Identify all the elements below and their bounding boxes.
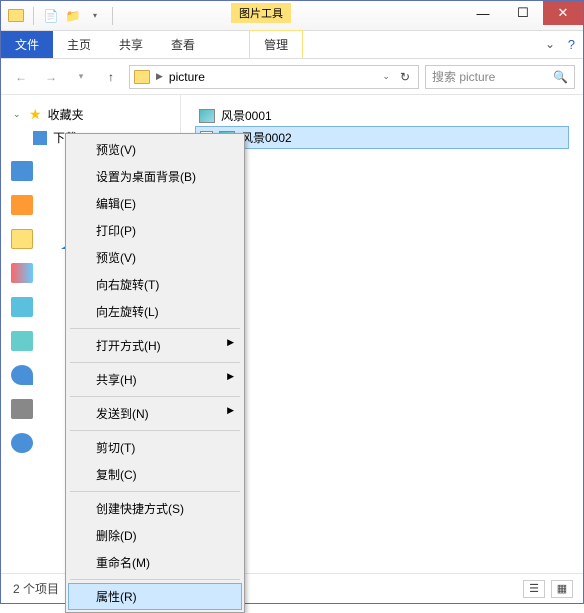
ribbon-expand-icon[interactable]: ⌄ [545,37,555,51]
tab-home[interactable]: 主页 [53,31,105,58]
star-icon: ★ [29,106,42,123]
menu-separator [70,579,240,580]
address-bar[interactable]: ▶ picture ⌄ ↻ [129,65,419,89]
history-dropdown-icon[interactable]: ▾ [69,65,93,89]
menu-item[interactable]: 发送到(N)▶ [68,400,242,427]
context-menu: 预览(V)设置为桌面背景(B)编辑(E)打印(P)预览(V)向右旋转(T)向左旋… [65,133,245,613]
video-icon[interactable] [11,263,33,283]
forward-button[interactable]: → [39,65,63,89]
library-icon[interactable] [11,161,33,181]
window-controls: — ☐ ✕ [463,1,583,25]
search-input[interactable]: 搜索 picture 🔍 [425,65,575,89]
download-icon [33,131,47,145]
tools-label: 图片工具 [231,3,291,23]
sidebar-icons-strip [11,161,33,453]
music-icon[interactable] [11,365,33,385]
ribbon-tabs: 文件 主页 共享 查看 管理 ⌄ ? [1,31,583,59]
help-icon[interactable]: ? [568,37,575,52]
properties-icon[interactable]: 📄 [42,7,60,25]
menu-item[interactable]: 创建快捷方式(S) [68,495,242,522]
quick-access-toolbar: 📄 📁 ▾ [1,7,123,25]
menu-item[interactable]: 编辑(E) [68,190,242,217]
file-item[interactable]: 风景0001 [195,105,569,126]
chevron-right-icon[interactable]: ▶ [156,71,163,82]
up-button[interactable]: ↑ [99,65,123,89]
file-item[interactable]: ✓ 风景0002 [195,126,569,149]
file-name: 风景0002 [241,129,292,146]
contextual-tab-header: 图片工具 [231,3,291,23]
tab-view[interactable]: 查看 [157,31,209,58]
close-button[interactable]: ✕ [543,1,583,25]
back-button[interactable]: ← [9,65,33,89]
computer-icon[interactable] [11,399,33,419]
file-name: 风景0001 [221,107,272,124]
menu-separator [70,328,240,329]
breadcrumb[interactable]: picture [169,70,205,84]
tab-share[interactable]: 共享 [105,31,157,58]
network-icon[interactable] [11,433,33,453]
address-dropdown-icon[interactable]: ⌄ [382,71,390,82]
desktop-icon[interactable] [11,297,33,317]
menu-item[interactable]: 向左旋转(L) [68,298,242,325]
submenu-arrow-icon: ▶ [227,405,234,416]
pictures-icon[interactable] [11,331,33,351]
tab-manage[interactable]: 管理 [249,30,303,58]
divider [33,7,34,25]
collapse-icon[interactable]: ⌄ [13,109,23,120]
menu-item[interactable]: 打开方式(H)▶ [68,332,242,359]
menu-separator [70,396,240,397]
navigation-bar: ← → ▾ ↑ ▶ picture ⌄ ↻ 搜索 picture 🔍 [1,59,583,95]
image-icon [199,109,215,123]
menu-item[interactable]: 设置为桌面背景(B) [68,163,242,190]
search-icon: 🔍 [553,70,568,84]
sidebar-item-favorites[interactable]: ⌄ ★ 收藏夹 [1,103,180,126]
maximize-button[interactable]: ☐ [503,1,543,25]
submenu-arrow-icon: ▶ [227,337,234,348]
tab-file[interactable]: 文件 [1,31,53,58]
menu-separator [70,362,240,363]
menu-separator [70,491,240,492]
menu-item[interactable]: 向右旋转(T) [68,271,242,298]
divider [112,7,113,25]
sidebar-item-label: 收藏夹 [48,106,84,123]
folder-icon [134,70,150,84]
view-icons-button[interactable]: ▦ [551,580,573,598]
menu-item[interactable]: 剪切(T) [68,434,242,461]
submenu-arrow-icon: ▶ [227,371,234,382]
minimize-button[interactable]: — [463,1,503,25]
menu-item[interactable]: 打印(P) [68,217,242,244]
search-placeholder: 搜索 picture [432,68,495,85]
folder-icon[interactable] [7,7,25,25]
menu-item[interactable]: 删除(D) [68,522,242,549]
refresh-icon[interactable]: ↻ [396,70,414,84]
menu-item[interactable]: 属性(R) [68,583,242,610]
qat-dropdown-icon[interactable]: ▾ [86,7,104,25]
menu-item[interactable]: 预览(V) [68,136,242,163]
new-folder-icon[interactable]: 📁 [64,7,82,25]
titlebar: 📄 📁 ▾ 图片工具 — ☐ ✕ [1,1,583,31]
menu-item[interactable]: 共享(H)▶ [68,366,242,393]
app-icon[interactable] [11,195,33,215]
status-item-count: 2 个项目 [13,580,59,597]
menu-separator [70,430,240,431]
folder-icon[interactable] [11,229,33,249]
menu-item[interactable]: 复制(C) [68,461,242,488]
view-details-button[interactable]: ☰ [523,580,545,598]
menu-item[interactable]: 预览(V) [68,244,242,271]
menu-item[interactable]: 重命名(M) [68,549,242,576]
